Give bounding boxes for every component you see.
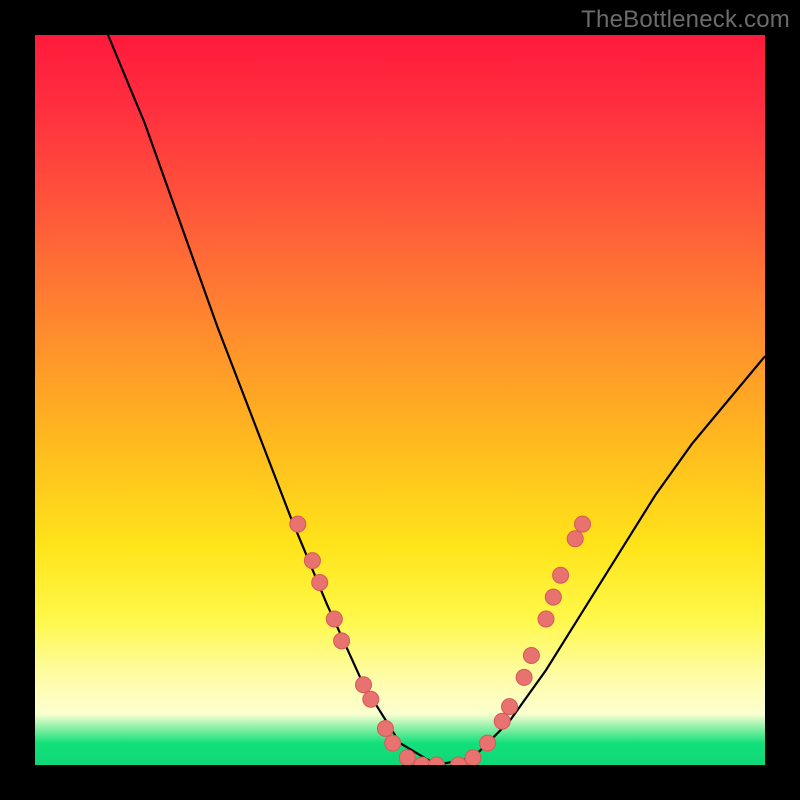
data-marker (356, 677, 372, 693)
data-marker (326, 611, 342, 627)
data-marker (523, 648, 539, 664)
plot-area (35, 35, 765, 765)
chart-svg (35, 35, 765, 765)
data-marker (399, 750, 415, 765)
data-marker (304, 553, 320, 569)
data-marker (545, 589, 561, 605)
data-marker (414, 757, 430, 765)
data-marker (290, 516, 306, 532)
watermark-text: TheBottleneck.com (581, 6, 790, 34)
data-marker (538, 611, 554, 627)
data-marker (516, 669, 532, 685)
data-marker (465, 750, 481, 765)
data-marker (334, 633, 350, 649)
data-marker (494, 713, 510, 729)
bottleneck-curve-path (108, 35, 765, 765)
data-marker (567, 531, 583, 547)
data-marker (377, 721, 393, 737)
data-marker (385, 735, 401, 751)
data-marker (480, 735, 496, 751)
data-marker (312, 575, 328, 591)
marker-group (290, 516, 591, 765)
data-marker (429, 757, 445, 765)
data-marker (502, 699, 518, 715)
data-marker (363, 691, 379, 707)
data-marker (450, 757, 466, 765)
data-marker (553, 567, 569, 583)
chart-frame: TheBottleneck.com (0, 0, 800, 800)
data-marker (575, 516, 591, 532)
